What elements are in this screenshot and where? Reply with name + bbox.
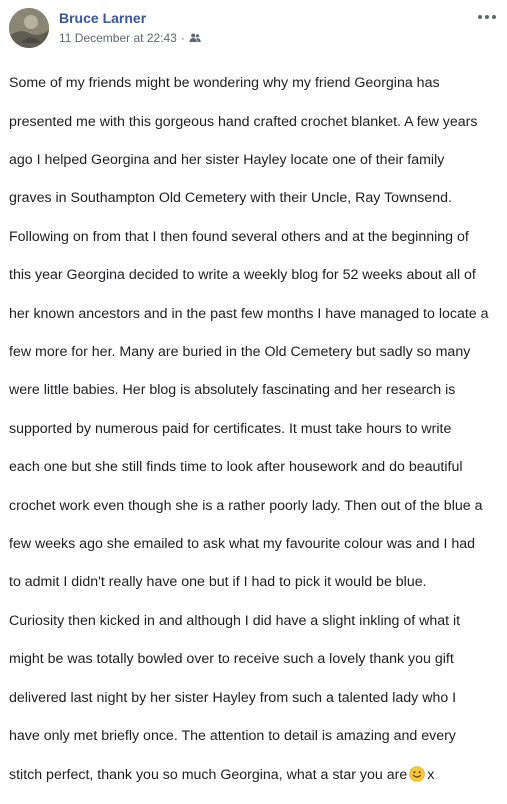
- post-body-line: each one but she still finds time to loo…: [9, 459, 463, 476]
- post-timestamp[interactable]: 11 December at 22:43: [59, 31, 177, 45]
- post-body-line: few more for her. Many are buried in the…: [9, 344, 471, 361]
- post-body-line: her known ancestors and in the past few …: [9, 305, 489, 322]
- post-body-line: Curiosity then kicked in and although I …: [9, 612, 461, 629]
- author-name[interactable]: Bruce Larner: [59, 10, 146, 26]
- post-body-line: crochet work even though she is a rather…: [9, 497, 483, 514]
- post-meta: 11 December at 22:43 ·: [59, 31, 201, 45]
- meta-separator: ·: [180, 31, 185, 45]
- more-options-icon: [478, 15, 496, 19]
- post-body-line-text: stitch perfect, thank you so much Georgi…: [9, 766, 408, 783]
- smiley-emoji-icon: [409, 765, 426, 782]
- post-body: Some of my friends might be wondering wh…: [9, 55, 502, 804]
- post-body-line: Following on from that I then found seve…: [9, 228, 469, 245]
- post-body-line: might be was totally bowled over to rece…: [9, 651, 454, 668]
- post-body-line: have only met briefly once. The attentio…: [9, 728, 456, 745]
- post-body-line: delivered last night by her sister Hayle…: [9, 689, 457, 706]
- post-body-line: few weeks ago she emailed to ask what my…: [9, 536, 476, 553]
- avatar-image-icon: [9, 8, 49, 48]
- author-avatar[interactable]: [9, 8, 49, 48]
- post-body-line: this year Georgina decided to write a we…: [9, 267, 476, 284]
- post-body-line: ago I helped Georgina and her sister Hay…: [9, 152, 445, 169]
- post-body-line: were little babies. Her blog is absolute…: [9, 382, 456, 399]
- post-body-line: Some of my friends might be wondering wh…: [9, 75, 440, 92]
- more-options-button[interactable]: [477, 10, 497, 22]
- friends-icon[interactable]: [189, 32, 201, 44]
- post-body-line: graves in Southampton Old Cemetery with …: [9, 190, 452, 207]
- post-body-line: to admit I didn't really have one but if…: [9, 574, 427, 591]
- post-body-line: supported by numerous paid for certifica…: [9, 420, 452, 437]
- facebook-post: Bruce Larner 11 December at 22:43 · Some: [0, 0, 507, 783]
- post-body-line: presented me with this gorgeous hand cra…: [9, 113, 478, 130]
- post-body-last-line: stitch perfect, thank you so much Georgi…: [9, 765, 502, 785]
- post-body-suffix: x: [427, 766, 435, 783]
- post-header: Bruce Larner 11 December at 22:43 ·: [9, 4, 499, 50]
